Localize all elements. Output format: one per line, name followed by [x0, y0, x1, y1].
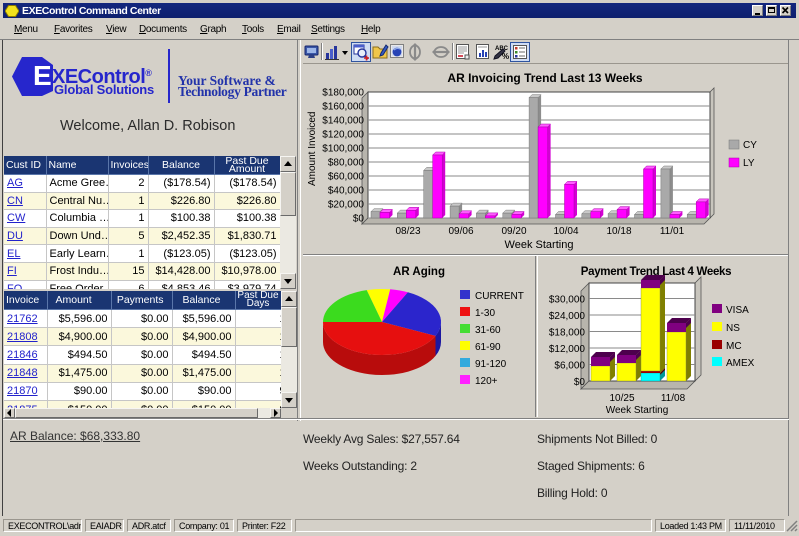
svg-text:$20,000: $20,000: [328, 200, 365, 211]
svg-text:$18,000: $18,000: [549, 328, 586, 339]
svg-text:10/18: 10/18: [606, 226, 631, 237]
svg-text:$160,000: $160,000: [322, 102, 364, 113]
svg-text:CURRENT: CURRENT: [475, 291, 524, 302]
svg-text:AMEX: AMEX: [726, 358, 755, 369]
svg-text:$0: $0: [353, 214, 365, 225]
svg-text:VISA: VISA: [726, 305, 749, 316]
svg-text:09/20: 09/20: [501, 226, 526, 237]
svg-text:09/06: 09/06: [448, 226, 473, 237]
svg-text:11/01: 11/01: [660, 226, 685, 237]
svg-text:Amount Invoiced: Amount Invoiced: [307, 112, 318, 187]
svg-text:NS: NS: [726, 323, 740, 334]
svg-text:$100,000: $100,000: [322, 144, 364, 155]
svg-text:$180,000: $180,000: [322, 88, 364, 99]
svg-text:$24,000: $24,000: [549, 311, 586, 322]
svg-text:11/08: 11/08: [661, 393, 686, 404]
svg-text:Week Starting: Week Starting: [606, 405, 669, 416]
svg-text:LY: LY: [743, 158, 755, 169]
svg-text:$0: $0: [574, 377, 586, 388]
svg-text:%: %: [502, 52, 509, 61]
svg-text:$6,000: $6,000: [554, 361, 585, 372]
svg-text:1-30: 1-30: [475, 308, 495, 319]
svg-text:$40,000: $40,000: [328, 186, 365, 197]
svg-text:$60,000: $60,000: [328, 172, 365, 183]
svg-text:$140,000: $140,000: [322, 116, 364, 127]
svg-text:$120,000: $120,000: [322, 130, 364, 141]
svg-text:$30,000: $30,000: [549, 295, 586, 306]
svg-text:$80,000: $80,000: [328, 158, 365, 169]
svg-text:08/23: 08/23: [395, 226, 420, 237]
svg-text:31-60: 31-60: [475, 325, 501, 336]
svg-text:120+: 120+: [475, 376, 498, 387]
svg-text:61-90: 61-90: [475, 342, 501, 353]
svg-text:Week Starting: Week Starting: [505, 239, 574, 251]
svg-text:91-120: 91-120: [475, 359, 507, 370]
svg-text:AR Aging: AR Aging: [393, 266, 445, 278]
svg-text:CY: CY: [743, 140, 757, 151]
svg-text:10/04: 10/04: [553, 226, 578, 237]
svg-text:AR Invoicing Trend Last 13 Wee: AR Invoicing Trend Last 13 Weeks: [447, 71, 642, 85]
svg-text:10/25: 10/25: [609, 393, 634, 404]
svg-text:$12,000: $12,000: [549, 344, 586, 355]
svg-text:MC: MC: [726, 341, 742, 352]
